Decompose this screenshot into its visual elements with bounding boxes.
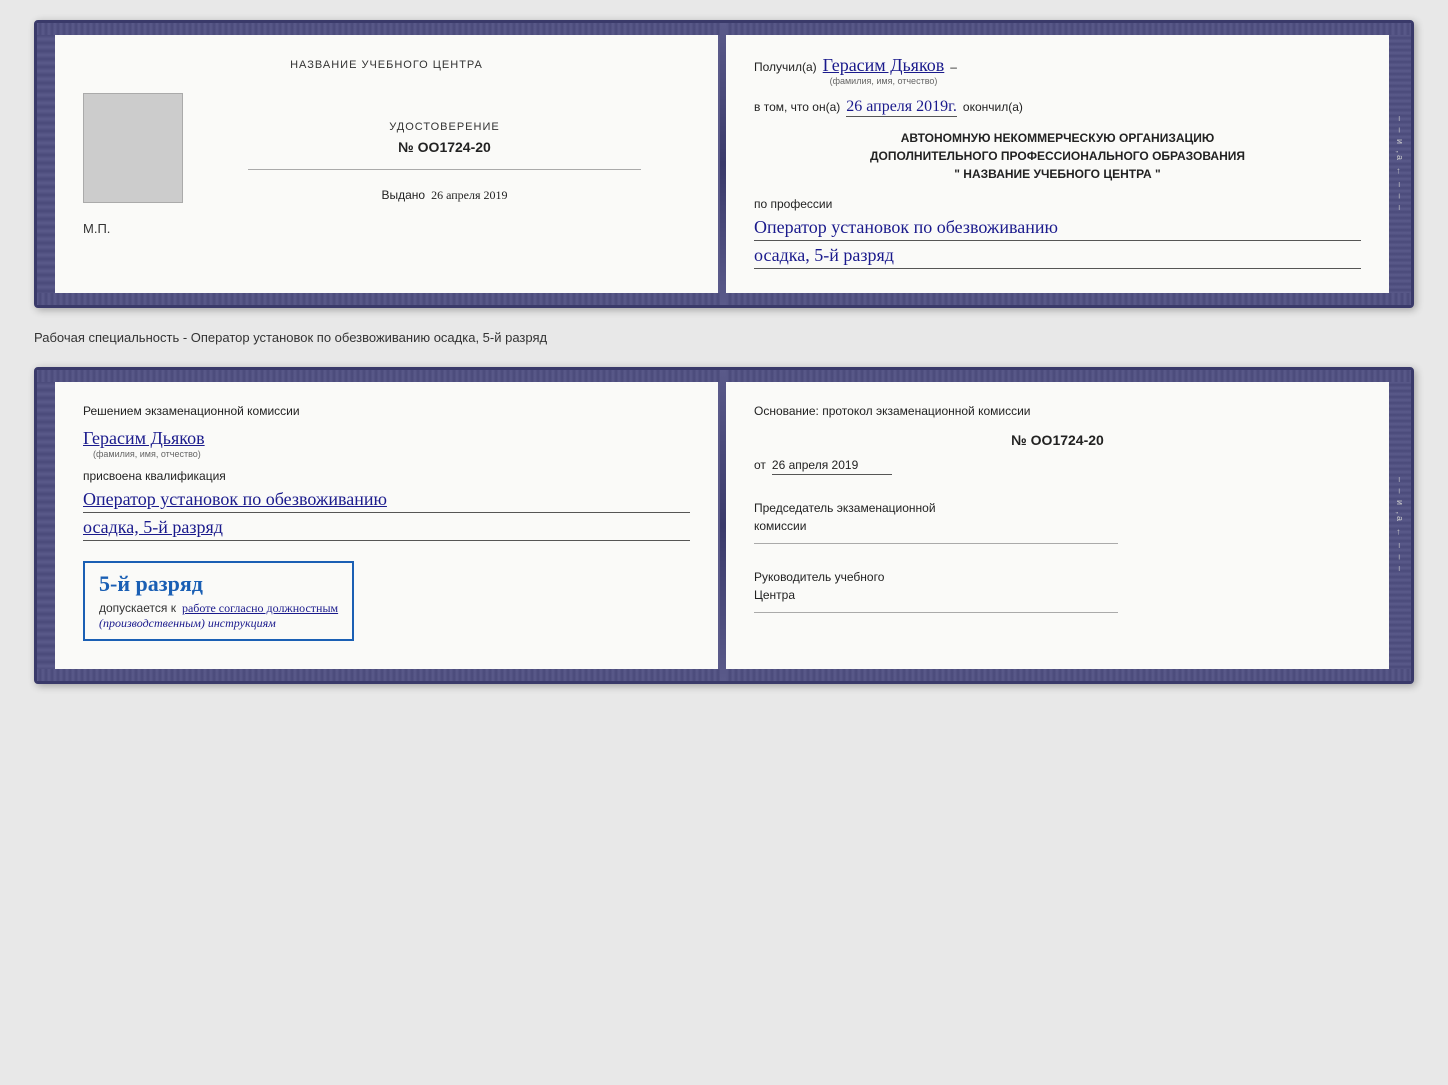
org-block: АВТОНОМНУЮ НЕКОММЕРЧЕСКУЮ ОРГАНИЗАЦИЮ ДО… (754, 129, 1361, 183)
photo-placeholder (83, 93, 183, 203)
between-docs-label: Рабочая специальность - Оператор установ… (34, 324, 1414, 351)
cert-divider (248, 169, 641, 170)
from-date-block: от 26 апреля 2019 (754, 456, 1361, 475)
document-2: Решением экзаменационной комиссии Гераси… (34, 367, 1414, 684)
profession-block: по профессии Оператор установок по обезв… (754, 195, 1361, 269)
doc2-left-page: Решением экзаменационной комиссии Гераси… (55, 370, 720, 681)
cert-number: № OO1724-20 (199, 139, 690, 157)
spine-2 (720, 370, 726, 681)
mp-label: М.П. (83, 220, 690, 238)
profession-line: Оператор установок по обезвоживанию (754, 217, 1361, 241)
rank-line: осадка, 5-й разряд (754, 245, 1361, 269)
stamp-block: 5-й разряд допускается к работе согласно… (83, 553, 690, 649)
in-that-block: в том, что он(а) 26 апреля 2019г. окончи… (754, 98, 1361, 117)
decision-label: Решением экзаменационной комиссии (83, 402, 690, 420)
basis-label: Основание: протокол экзаменационной коми… (754, 402, 1361, 420)
qualification-block: Оператор установок по обезвоживанию осад… (83, 489, 690, 541)
rank-stamp: 5-й разряд допускается к работе согласно… (83, 561, 354, 641)
protocol-number: № OO1724-20 (754, 432, 1361, 448)
document-1: НАЗВАНИЕ УЧЕБНОГО ЦЕНТРА УДОСТОВЕРЕНИЕ №… (34, 20, 1414, 308)
left-binding (37, 23, 55, 305)
page-wrapper: НАЗВАНИЕ УЧЕБНОГО ЦЕНТРА УДОСТОВЕРЕНИЕ №… (34, 20, 1414, 684)
received-block: Получил(а) Герасим Дьяков (фамилия, имя,… (754, 55, 1361, 86)
assigned-label: присвоена квалификация (83, 467, 690, 485)
right-ticks-2: – – и ,а ← – – – (1389, 370, 1411, 681)
director-block: Руководитель учебного Центра (754, 568, 1361, 613)
chairman-signature-line (754, 543, 1118, 544)
cert-label: УДОСТОВЕРЕНИЕ (199, 117, 690, 135)
issued-block: Выдано 26 апреля 2019 (199, 186, 690, 204)
recipient-name-block: Герасим Дьяков (фамилия, имя, отчество) (823, 55, 945, 86)
director-signature-line (754, 612, 1118, 613)
person-name-block: Герасим Дьяков (фамилия, имя, отчество) (83, 428, 690, 459)
training-center-title: НАЗВАНИЕ УЧЕБНОГО ЦЕНТРА (83, 55, 690, 73)
chairman-block: Председатель экзаменационной комиссии (754, 499, 1361, 544)
doc2-right-page: Основание: протокол экзаменационной коми… (726, 370, 1389, 681)
left-binding-2 (37, 370, 55, 681)
doc1-right-page: Получил(а) Герасим Дьяков (фамилия, имя,… (726, 23, 1389, 305)
spine (720, 23, 726, 305)
right-ticks-1: – – и ,а ← – – – (1389, 23, 1411, 305)
doc1-left-page: НАЗВАНИЕ УЧЕБНОГО ЦЕНТРА УДОСТОВЕРЕНИЕ №… (55, 23, 720, 305)
cert-info-block: УДОСТОВЕРЕНИЕ № OO1724-20 Выдано 26 апре… (199, 93, 690, 204)
